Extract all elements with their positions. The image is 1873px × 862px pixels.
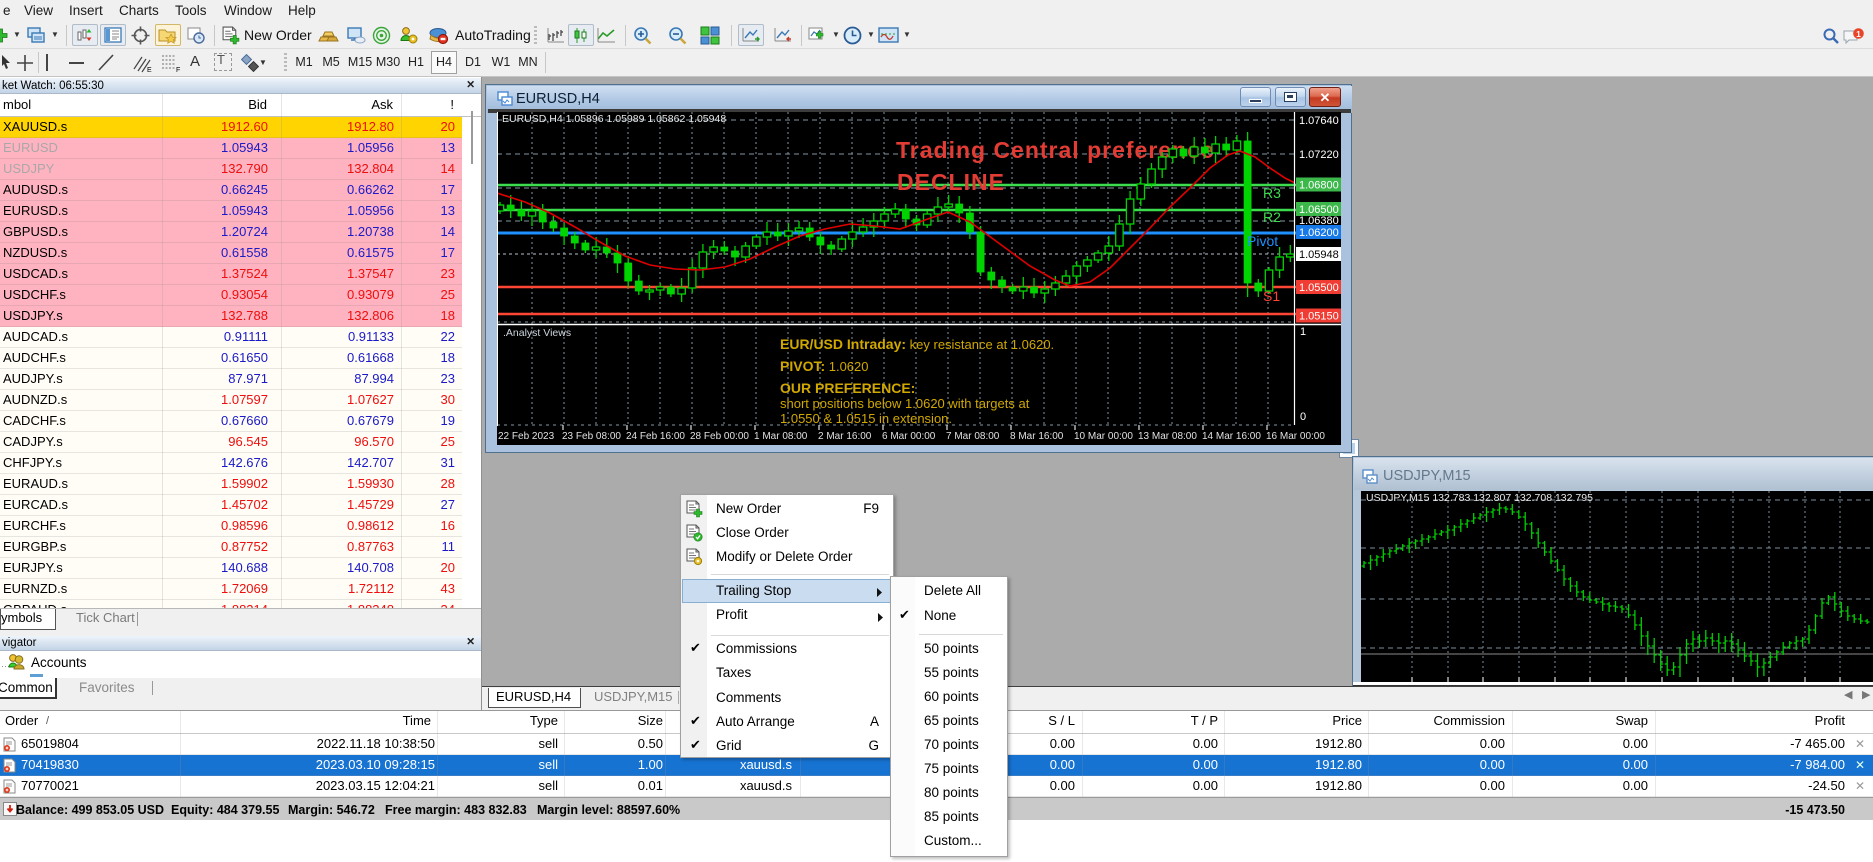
svg-text:EUR/USD Intraday: key resista: EUR/USD Intraday: key resistance at 1.06…	[780, 336, 1054, 352]
svg-text:6 Mar 00:00: 6 Mar 00:00	[882, 431, 936, 442]
svg-text:2 Mar 16:00: 2 Mar 16:00	[818, 431, 872, 442]
svg-text:1 Mar 08:00: 1 Mar 08:00	[754, 431, 808, 442]
svg-text:8 Mar 16:00: 8 Mar 16:00	[1010, 431, 1064, 442]
svg-text:16 Mar 00:00: 16 Mar 00:00	[1266, 431, 1325, 442]
svg-text:USDJPY,M15 132.783 132.807 13: USDJPY,M15 132.783 132.807 132.708 132.7…	[1366, 492, 1593, 504]
svg-text:13 Mar 08:00: 13 Mar 08:00	[1138, 431, 1197, 442]
svg-text:7 Mar 08:00: 7 Mar 08:00	[946, 431, 1000, 442]
svg-text:1.07640: 1.07640	[1299, 115, 1339, 127]
svg-text:E: E	[147, 67, 152, 73]
svg-text:10 Mar 00:00: 10 Mar 00:00	[1074, 431, 1133, 442]
svg-text:22 Feb 2023: 22 Feb 2023	[498, 431, 555, 442]
svg-text:R3: R3	[1263, 185, 1281, 201]
svg-text:1.05948: 1.05948	[1299, 249, 1339, 261]
svg-text:28 Feb 00:00: 28 Feb 00:00	[690, 431, 749, 442]
svg-text:0: 0	[1300, 411, 1306, 423]
svg-text:1.06200: 1.06200	[1299, 227, 1339, 239]
svg-text:1.05500: 1.05500	[1299, 282, 1339, 294]
svg-text:DECLINE: DECLINE	[897, 169, 1005, 195]
svg-text:.Analyst Views: .Analyst Views	[503, 327, 571, 339]
svg-text:1.0550 & 1.0515 in extension.: 1.0550 & 1.0515 in extension.	[780, 411, 952, 426]
svg-text:1.07220: 1.07220	[1299, 149, 1339, 161]
svg-text:1: 1	[1300, 326, 1306, 338]
svg-text:14 Mar 16:00: 14 Mar 16:00	[1202, 431, 1261, 442]
svg-text:S1: S1	[1263, 288, 1280, 304]
svg-text:short positions below 1.0620 w: short positions below 1.0620 with target…	[780, 396, 1030, 411]
svg-text:Trading Central preference: Trading Central preference	[896, 137, 1215, 163]
svg-text:R2: R2	[1263, 209, 1281, 225]
svg-text:24 Feb 16:00: 24 Feb 16:00	[626, 431, 685, 442]
svg-text:1.05150: 1.05150	[1299, 311, 1339, 323]
svg-text:F: F	[176, 67, 180, 73]
svg-text:OUR PREFERENCE:: OUR PREFERENCE:	[780, 380, 915, 396]
svg-text:PIVOT: 1.0620: PIVOT: 1.0620	[780, 358, 869, 374]
svg-text:Pivot: Pivot	[1247, 233, 1278, 249]
svg-text:1: 1	[1856, 29, 1861, 39]
svg-text:EURUSD,H4 1.05896 1.05989 1.0: EURUSD,H4 1.05896 1.05989 1.05862 1.0594…	[502, 113, 726, 125]
svg-text:1.06500: 1.06500	[1299, 204, 1339, 216]
svg-text:1.06800: 1.06800	[1299, 180, 1339, 192]
svg-text:23 Feb 08:00: 23 Feb 08:00	[562, 431, 621, 442]
